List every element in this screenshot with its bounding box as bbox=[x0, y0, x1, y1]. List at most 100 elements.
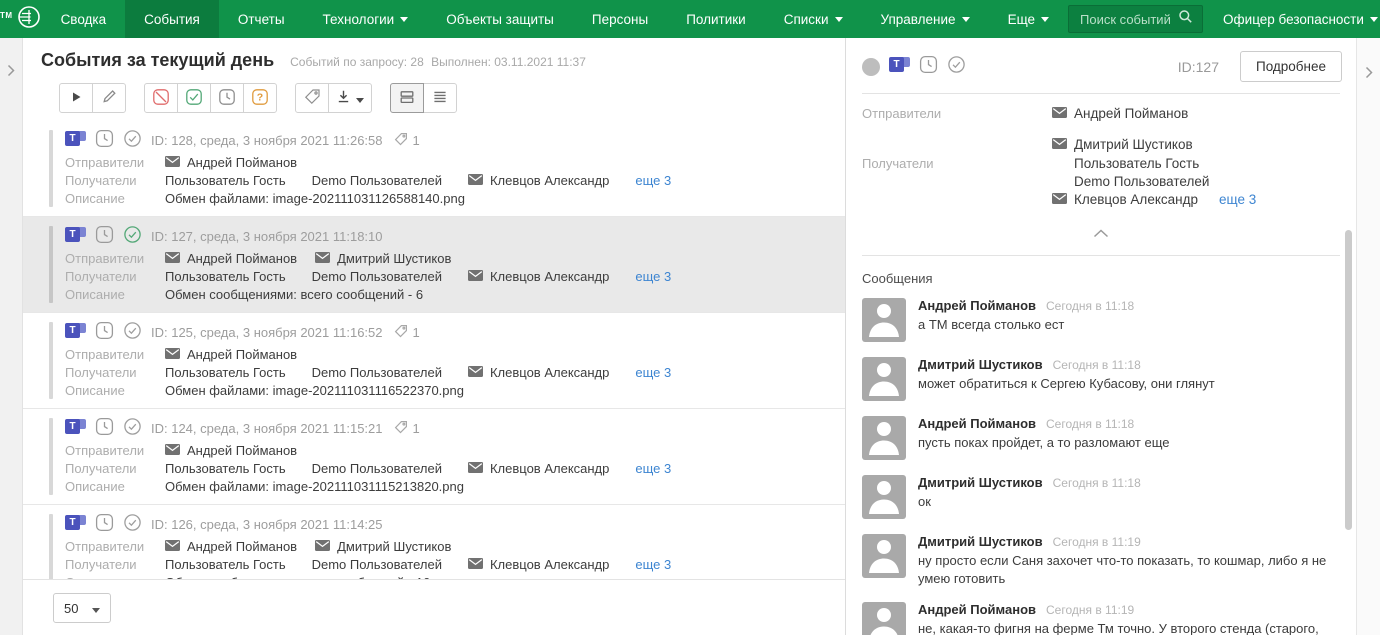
caret-down-icon bbox=[356, 91, 364, 106]
recipient: Клевцов Александреще 3 bbox=[1052, 192, 1340, 207]
collapse-participants-control[interactable] bbox=[846, 209, 1356, 255]
event-row[interactable]: TID: 124, среда, 3 ноября 2021 11:15:211… bbox=[23, 409, 845, 505]
nav-item-списки[interactable]: Списки bbox=[765, 0, 862, 38]
more-recipients-link[interactable]: еще 3 bbox=[635, 460, 671, 477]
chevron-up-icon[interactable] bbox=[1093, 225, 1109, 243]
app-logo[interactable]: ТМ bbox=[0, 0, 42, 38]
search-input[interactable] bbox=[1078, 11, 1178, 28]
download-button[interactable] bbox=[328, 83, 372, 113]
tag-count-value: 1 bbox=[413, 133, 420, 148]
message-text: пусть поках пройдет, а то разломают еще bbox=[918, 434, 1170, 452]
event-recipients: Пользователь ГостьDemo ПользователейКлев… bbox=[165, 268, 831, 285]
message-body: Андрей ПоймановСегодня в 11:18пусть пока… bbox=[918, 416, 1170, 460]
nav-item-события[interactable]: События bbox=[125, 0, 219, 38]
more-recipients-link[interactable]: еще 3 bbox=[635, 172, 671, 189]
check-circle-icon bbox=[123, 417, 142, 439]
more-recipients-link[interactable]: еще 3 bbox=[635, 556, 671, 573]
play-button[interactable] bbox=[59, 83, 93, 113]
nav-item-label: Еще bbox=[1008, 12, 1035, 27]
event-row[interactable]: TID: 125, среда, 3 ноября 2021 11:16:521… bbox=[23, 313, 845, 409]
event-row-head: TID: 124, среда, 3 ноября 2021 11:15:211 bbox=[65, 418, 831, 438]
message-author: Дмитрий Шустиков bbox=[918, 475, 1043, 490]
event-fields: ОтправителиАндрей ПоймановПолучателиПоль… bbox=[65, 442, 831, 495]
event-search-box[interactable] bbox=[1068, 5, 1203, 33]
recipient-name: Demo Пользователей bbox=[312, 172, 442, 189]
event-row-head: TID: 127, среда, 3 ноября 2021 11:18:10 bbox=[65, 226, 831, 246]
checkbox-button[interactable] bbox=[177, 83, 211, 113]
event-row-head: TID: 126, среда, 3 ноября 2021 11:14:25 bbox=[65, 514, 831, 534]
more-recipients-link[interactable]: еще 3 bbox=[1219, 192, 1256, 207]
event-id: ID:127 bbox=[1178, 59, 1219, 75]
event-row[interactable]: TID: 128, среда, 3 ноября 2021 11:26:581… bbox=[23, 121, 845, 217]
right-collapse-strip[interactable] bbox=[1356, 38, 1380, 635]
pencil-button[interactable] bbox=[92, 83, 126, 113]
chevron-right-icon[interactable] bbox=[7, 64, 15, 81]
view-split-button[interactable] bbox=[390, 83, 424, 113]
view-list-button[interactable] bbox=[423, 83, 457, 113]
nav-item-отчеты[interactable]: Отчеты bbox=[219, 0, 304, 38]
page-size-value: 50 bbox=[64, 601, 78, 616]
event-recipients: Пользователь ГостьDemo ПользователейКлев… bbox=[165, 364, 831, 381]
message-body: Андрей ПоймановСегодня в 11:19не, какая-… bbox=[918, 602, 1340, 635]
tag-button[interactable] bbox=[295, 83, 329, 113]
recipient-name: Клевцов Александр bbox=[490, 460, 609, 477]
envelope-icon bbox=[165, 538, 180, 555]
messages-scrollbar[interactable] bbox=[1345, 230, 1352, 631]
recipient: Пользователь Гость bbox=[165, 172, 286, 189]
check-circle-icon bbox=[123, 225, 142, 247]
description-label: Описание bbox=[65, 478, 165, 495]
details-button[interactable]: Подробнее bbox=[1240, 51, 1342, 82]
description-label: Описание bbox=[65, 286, 165, 303]
question-button[interactable]: ? bbox=[243, 83, 277, 113]
event-row-head: TID: 125, среда, 3 ноября 2021 11:16:521 bbox=[65, 322, 831, 342]
envelope-icon bbox=[468, 268, 483, 285]
nav-item-label: Объекты защиты bbox=[446, 12, 554, 27]
scrollbar-thumb[interactable] bbox=[1345, 230, 1352, 530]
event-row[interactable]: TID: 127, среда, 3 ноября 2021 11:18:10 О… bbox=[23, 217, 845, 313]
recipient-name: Пользователь Гость bbox=[165, 172, 286, 189]
nav-item-еще[interactable]: Еще bbox=[989, 0, 1068, 38]
svg-text:?: ? bbox=[257, 91, 263, 103]
message-head: Дмитрий ШустиковСегодня в 11:18 bbox=[918, 357, 1215, 372]
user-menu[interactable]: Офицер безопасности bbox=[1209, 0, 1380, 38]
nav-item-label: Отчеты bbox=[238, 12, 285, 27]
event-id-text: ID: 124, среда, 3 ноября 2021 11:15:21 bbox=[151, 421, 383, 436]
nav-item-объекты защиты[interactable]: Объекты защиты bbox=[427, 0, 573, 38]
message-author: Дмитрий Шустиков bbox=[918, 357, 1043, 372]
recipients-label: Получатели bbox=[65, 172, 165, 189]
event-senders: Андрей ПоймановДмитрий Шустиков bbox=[165, 538, 831, 555]
envelope-icon bbox=[1052, 106, 1067, 121]
sender: Дмитрий Шустиков bbox=[315, 250, 451, 267]
nav-item-label: Управление bbox=[881, 12, 956, 27]
severity-bar bbox=[49, 418, 53, 495]
recipient: Пользователь Гость bbox=[165, 268, 286, 285]
detail-recipients: Пользователь ГостьDemo ПользователейКлев… bbox=[1052, 156, 1340, 207]
chevron-down-icon bbox=[1370, 17, 1378, 22]
sender-name: Андрей Пойманов bbox=[187, 250, 297, 267]
nav-item-персоны[interactable]: Персоны bbox=[573, 0, 667, 38]
query-meta: Событий по запросу: 28 Выполнен: 03.11.2… bbox=[290, 55, 590, 69]
event-list: TID: 128, среда, 3 ноября 2021 11:26:581… bbox=[23, 121, 845, 579]
nav-item-сводка[interactable]: Сводка bbox=[42, 0, 126, 38]
search-icon[interactable] bbox=[1178, 9, 1193, 29]
nav-item-управление[interactable]: Управление bbox=[862, 0, 989, 38]
nav-item-технологии[interactable]: Технологии bbox=[304, 0, 428, 38]
recipient: Клевцов Александр bbox=[468, 268, 609, 285]
list-panel-header: События за текущий день Событий по запро… bbox=[23, 38, 845, 121]
more-recipients-link[interactable]: еще 3 bbox=[635, 364, 671, 381]
left-collapse-strip[interactable] bbox=[0, 38, 23, 635]
chevron-right-icon[interactable] bbox=[1365, 66, 1373, 83]
nav-item-политики[interactable]: Политики bbox=[667, 0, 765, 38]
tag-count: 1 bbox=[394, 132, 420, 149]
block-button[interactable] bbox=[144, 83, 178, 113]
toolbar-button-group: ? bbox=[144, 83, 277, 113]
page-size-select[interactable]: 50 bbox=[53, 593, 111, 623]
more-recipients-link[interactable]: еще 3 bbox=[635, 268, 671, 285]
event-row[interactable]: TID: 126, среда, 3 ноября 2021 11:14:25О… bbox=[23, 505, 845, 579]
event-senders: Андрей Пойманов bbox=[165, 154, 831, 171]
caret-down-icon bbox=[92, 601, 100, 616]
tag-icon bbox=[394, 420, 408, 437]
message-author: Андрей Пойманов bbox=[918, 602, 1036, 617]
message-body: Дмитрий ШустиковСегодня в 11:18может обр… bbox=[918, 357, 1215, 401]
clock-box-button[interactable] bbox=[210, 83, 244, 113]
